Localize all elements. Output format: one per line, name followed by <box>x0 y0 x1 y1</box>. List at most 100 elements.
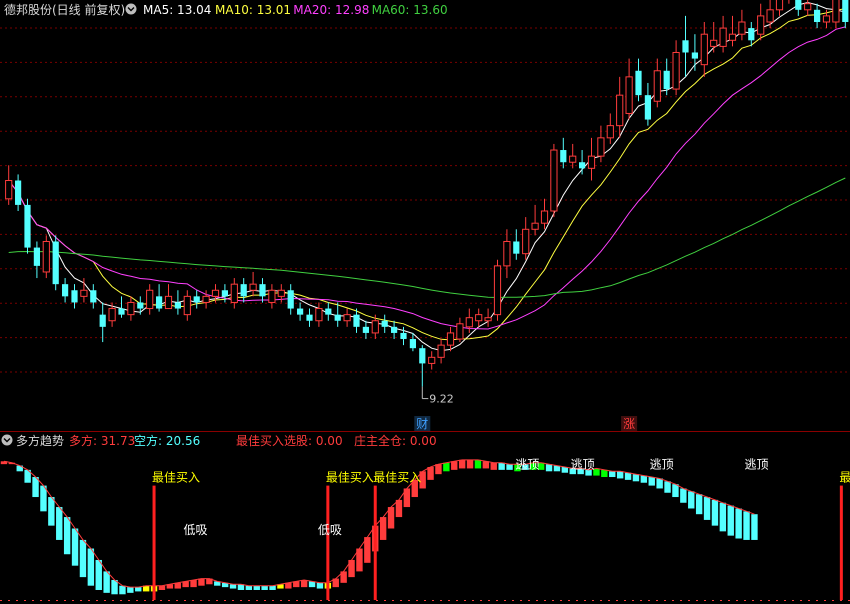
indicator-bar[interactable] <box>656 478 663 489</box>
indicator-bar[interactable] <box>135 587 142 592</box>
indicator-bar[interactable] <box>466 459 474 469</box>
indicator-annotation: 逃顶 <box>515 457 539 471</box>
indicator-bar[interactable] <box>474 459 482 469</box>
candle-body <box>682 40 689 53</box>
candle-body <box>456 323 464 340</box>
indicator-bar[interactable] <box>458 459 466 469</box>
indicator-value-3: 庄主全仓: 0.00 <box>354 433 437 448</box>
indicator-bar[interactable] <box>498 462 505 470</box>
indicator-bar[interactable] <box>158 585 166 590</box>
candle-body <box>653 70 661 102</box>
indicator-bar[interactable] <box>703 497 711 520</box>
indicator-bar[interactable] <box>451 461 458 470</box>
candle-body <box>550 149 558 212</box>
candle-body <box>287 290 294 309</box>
indicator-bar[interactable] <box>63 517 71 555</box>
candle-body <box>391 326 398 333</box>
candle-body <box>719 27 727 47</box>
indicator-bar[interactable] <box>127 587 134 593</box>
buy-signal-label: 最佳买入 <box>373 471 421 485</box>
indicator-annotation: 逃顶 <box>744 457 768 471</box>
indicator-bar[interactable] <box>71 528 79 566</box>
price-panel[interactable]: 德邦股份(日线 前复权) MA5: 13.04 MA10: 13.01 MA20: 1… <box>0 0 850 432</box>
candle-body <box>700 33 708 66</box>
indicator-bar[interactable] <box>56 507 63 540</box>
indicator-bar[interactable] <box>743 511 750 540</box>
candle-body <box>409 339 416 349</box>
indicator-bar[interactable] <box>624 472 632 480</box>
candle-body <box>587 155 596 169</box>
indicator-bar[interactable] <box>427 467 434 480</box>
indicator-bar[interactable] <box>711 499 719 526</box>
candle-body <box>513 241 520 254</box>
candle-body <box>569 155 577 163</box>
candle[interactable] <box>42 235 50 279</box>
indicator-bar[interactable] <box>245 585 253 590</box>
candle-body <box>419 348 426 364</box>
indicator-menu-icon[interactable] <box>1 434 13 446</box>
indicator-bar[interactable] <box>316 582 324 589</box>
candle-body <box>606 125 614 139</box>
candle-body <box>259 284 266 297</box>
indicator-bar[interactable] <box>435 464 442 475</box>
candle-body <box>475 314 483 322</box>
indicator-bar[interactable] <box>680 488 687 503</box>
candle-body <box>240 284 247 297</box>
buy-signal-bar[interactable] <box>152 485 156 600</box>
buy-signal-bar[interactable] <box>373 485 377 600</box>
indicator-bar[interactable] <box>379 517 387 540</box>
indicator-bar[interactable] <box>664 481 671 493</box>
indicator-bar[interactable] <box>87 548 95 586</box>
indicator-bar[interactable] <box>735 508 742 539</box>
indicator-bar[interactable] <box>300 579 308 588</box>
candle[interactable] <box>24 198 31 254</box>
candle-body <box>33 247 40 266</box>
indicator-bar[interactable] <box>601 469 608 478</box>
indicator-bar[interactable] <box>229 584 237 589</box>
indicator-panel[interactable]: 多方趋势 多方: 31.73空方: 20.56 最佳买入选股: 0.00 庄主全仓: … <box>0 432 850 604</box>
buy-signal-bar[interactable] <box>839 485 843 600</box>
candle-body <box>183 295 191 316</box>
candle-body <box>663 70 670 90</box>
indicator-bar[interactable] <box>190 579 197 588</box>
candle-body <box>42 240 50 273</box>
indicator-bar[interactable] <box>95 559 102 590</box>
candle[interactable] <box>550 143 558 218</box>
indicator-bar[interactable] <box>695 494 703 515</box>
candle[interactable] <box>52 235 59 291</box>
indicator-bar[interactable] <box>672 484 679 498</box>
candle-body <box>804 3 812 11</box>
indicator-bar[interactable] <box>48 497 55 526</box>
indicator-value-1: 空方: 20.56 <box>134 433 200 448</box>
event-marker[interactable]: 财 <box>416 417 428 431</box>
indicator-bar[interactable] <box>609 471 616 478</box>
candle-body <box>540 210 549 224</box>
indicator-bar[interactable] <box>443 462 450 472</box>
indicator-bar[interactable] <box>545 464 553 472</box>
indicator-bar[interactable] <box>490 462 497 470</box>
indicator-bar[interactable] <box>506 464 513 470</box>
candle[interactable] <box>493 259 502 321</box>
event-marker[interactable]: 涨 <box>623 416 635 431</box>
indicator-bar[interactable] <box>648 477 655 486</box>
indicator-bar[interactable] <box>719 502 727 532</box>
indicator-bar[interactable] <box>688 491 695 509</box>
indicator-bar[interactable] <box>269 585 276 590</box>
candle-body <box>297 308 304 315</box>
indicator-bar[interactable] <box>751 514 758 540</box>
indicator-bar[interactable] <box>616 471 624 479</box>
settings-gear-icon[interactable] <box>125 3 137 15</box>
indicator-bar[interactable] <box>640 475 648 483</box>
indicator-bar[interactable] <box>482 461 490 469</box>
indicator-bar[interactable] <box>103 571 110 593</box>
buy-signal-bar[interactable] <box>326 485 330 600</box>
indicator-bar[interactable] <box>119 585 126 595</box>
indicator-bar[interactable] <box>253 585 260 590</box>
indicator-bar[interactable] <box>261 585 268 590</box>
indicator-bar[interactable] <box>198 578 205 586</box>
candle-body <box>334 314 341 321</box>
indicator-bar[interactable] <box>79 539 87 578</box>
indicator-bar[interactable] <box>632 474 640 482</box>
indicator-menu-disc <box>1 434 13 446</box>
indicator-bar[interactable] <box>727 505 734 536</box>
